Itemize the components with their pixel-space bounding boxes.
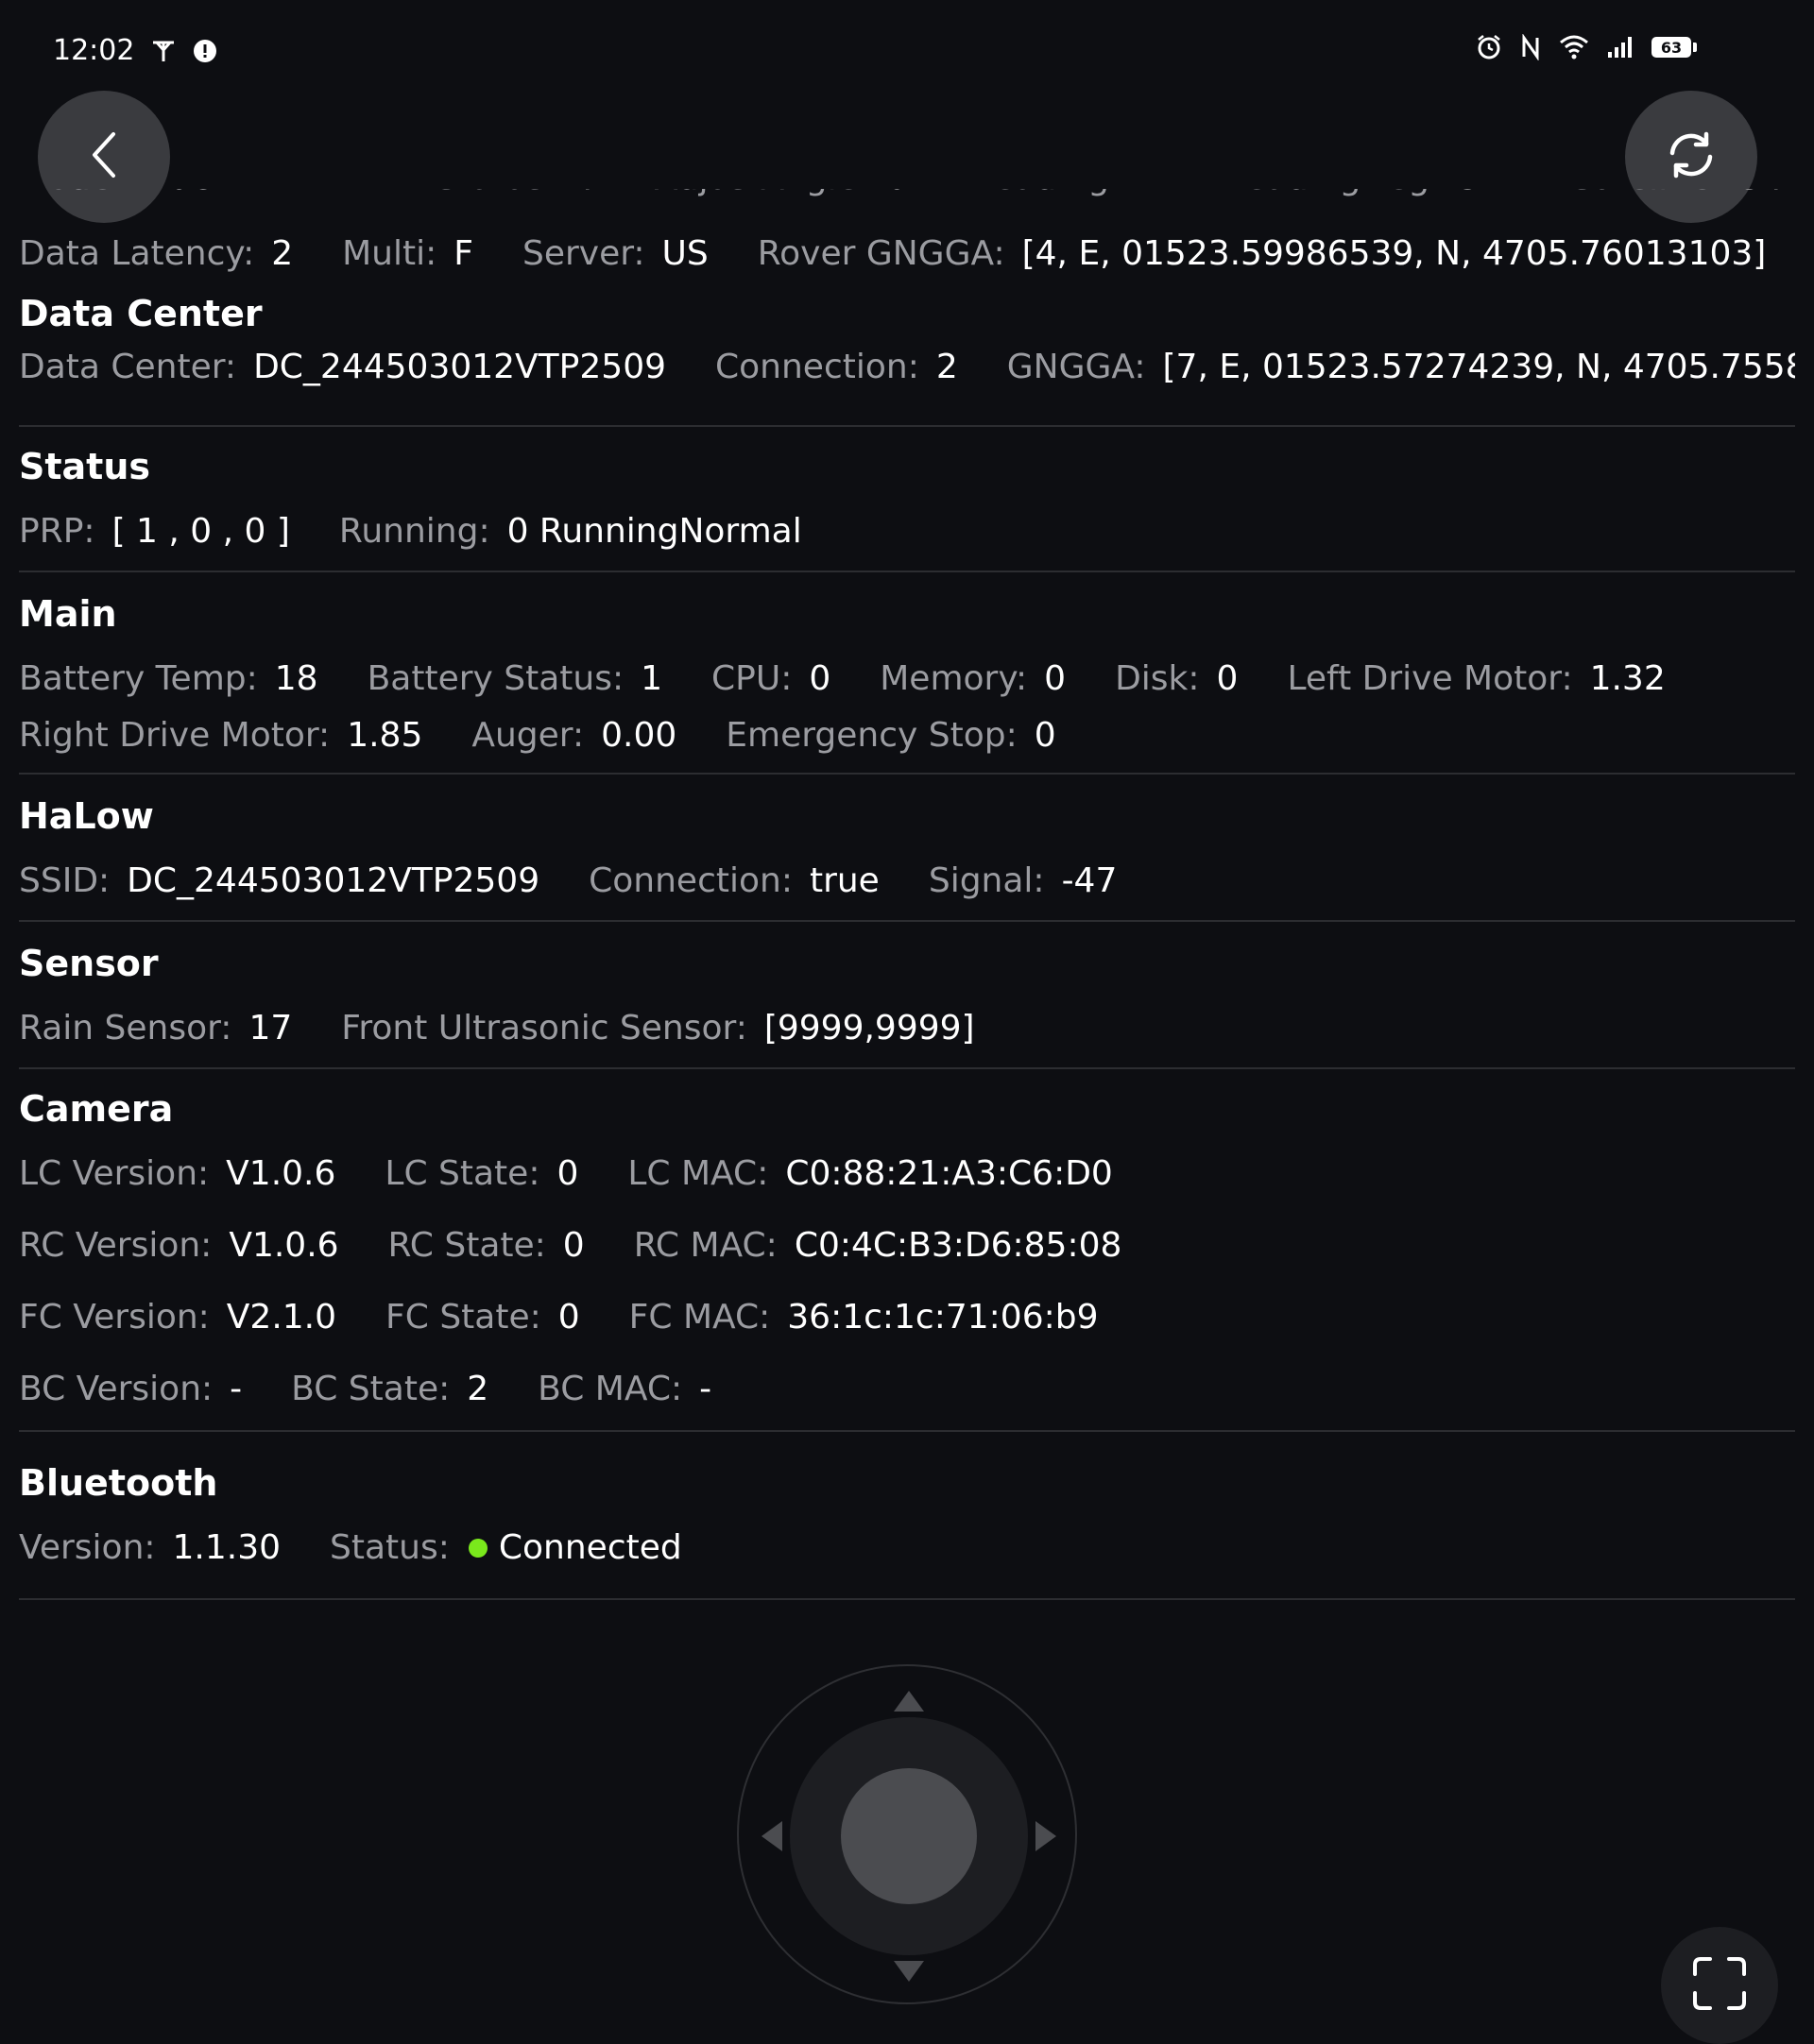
right-drive-motor-value: 1.85	[347, 716, 423, 755]
arrow-up-icon	[894, 1691, 924, 1712]
battery-temp-value: 18	[274, 659, 318, 698]
data-latency-value: 2	[271, 234, 294, 273]
joystick[interactable]	[737, 1664, 1077, 2004]
server-value: US	[661, 234, 709, 273]
ultrasonic-sensor-value: [9999,9999]	[763, 1009, 975, 1048]
status-row: PRP:[ 1 , 0 , 0 ] Running: 0 RunningNorma…	[19, 512, 802, 551]
camera-state-value: 0	[556, 1154, 579, 1193]
emergency-stop-value: 0	[1034, 716, 1056, 755]
arrow-down-icon	[894, 1961, 924, 1982]
divider	[19, 1067, 1795, 1069]
signal-icon	[1606, 35, 1634, 60]
sensor-row: Rain Sensor: 17 Front Ultrasonic Sensor:[…	[19, 1009, 975, 1048]
running-value: 0 RunningNormal	[506, 512, 802, 551]
camera-title: Camera	[19, 1088, 174, 1130]
details-panel[interactable]: Mode:True EE:2. Status:4 AdjustAngle:0 H…	[19, 189, 1795, 1587]
fullscreen-icon	[1691, 1955, 1748, 2016]
multi-value: F	[454, 234, 473, 273]
cpu-value: 0	[809, 659, 831, 698]
camera-state-value: 0	[562, 1226, 585, 1265]
bluetooth-status-value: Connected	[498, 1528, 682, 1567]
disk-value: 0	[1216, 659, 1239, 698]
camera-version-value: V1.0.6	[226, 1154, 336, 1193]
ssid-value: DC_244503012VTP2509	[127, 861, 540, 900]
camera-state-value: 0	[557, 1298, 580, 1337]
data-center-row: Data Center: DC_244503012VTP2509 Connecti…	[19, 348, 1795, 386]
battery-level: 63	[1660, 38, 1683, 57]
main-title: Main	[19, 593, 117, 635]
bluetooth-version-value: 1.1.30	[172, 1528, 282, 1567]
status-title: Status	[19, 446, 151, 487]
rain-sensor-value: 17	[248, 1009, 293, 1048]
gngga-value: [7, E, 01523.57274239, N, 4705.75581171]	[1162, 348, 1796, 386]
arrow-right-icon	[1035, 1821, 1056, 1851]
alarm-icon	[1476, 34, 1502, 60]
cut-off-row: Mode:True EE:2. Status:4 AdjustAngle:0 H…	[19, 189, 1795, 230]
divider	[19, 571, 1795, 572]
gnss-row: Data Latency: 2 Multi: F Server: US Rover G…	[19, 234, 1767, 273]
status-dot	[468, 1538, 488, 1558]
nfc-icon	[1519, 34, 1542, 60]
status-bar-right: 63	[1476, 34, 1697, 60]
camera-row-lc: LC Version: V1.0.6 LC State: 0 LC MAC: C0:8…	[19, 1154, 1113, 1193]
camera-version-value: -	[230, 1370, 243, 1408]
main-row-1: Battery Temp: 18 Battery Status: 1 CPU: 0 M…	[19, 659, 1666, 698]
auger-value: 0.00	[601, 716, 677, 755]
camera-row-fc: FC Version: V2.1.0 FC State: 0 FC MAC: 36:1…	[19, 1298, 1099, 1337]
halow-title: HaLow	[19, 795, 154, 837]
battery-icon: 63	[1651, 37, 1697, 58]
bluetooth-row: Version: 1.1.30 Status: Connected	[19, 1528, 682, 1567]
halow-connection-value: true	[809, 861, 880, 900]
refresh-icon	[1665, 128, 1718, 185]
main-row-2: Right Drive Motor: 1.85 Auger: 0.00 Emerge…	[19, 716, 1056, 755]
antenna-icon	[149, 37, 178, 65]
camera-mac-value: -	[699, 1370, 712, 1408]
camera-mac-value: C0:88:21:A3:C6:D0	[785, 1154, 1113, 1193]
data-center-title: Data Center	[19, 293, 263, 334]
left-drive-motor-value: 1.32	[1589, 659, 1666, 698]
divider	[19, 1430, 1795, 1432]
joystick-knob[interactable]	[841, 1768, 977, 1904]
rover-gngga-value: [4, E, 01523.59986539, N, 4705.76013103]	[1021, 234, 1767, 273]
status-bar: 12:02 63	[0, 0, 1814, 104]
camera-state-value: 2	[467, 1370, 489, 1408]
camera-version-value: V1.0.6	[229, 1226, 339, 1265]
chevron-left-icon	[85, 128, 123, 185]
wifi-icon	[1559, 34, 1589, 60]
divider	[19, 920, 1795, 922]
battery-status-value: 1	[641, 659, 663, 698]
clock: 12:02	[53, 34, 135, 67]
camera-row-bc: BC Version: - BC State: 2 BC MAC: -	[19, 1370, 712, 1408]
halow-row: SSID: DC_244503012VTP2509 Connection: true…	[19, 861, 1118, 900]
data-center-value: DC_244503012VTP2509	[253, 348, 667, 386]
divider	[19, 773, 1795, 775]
divider	[19, 1598, 1795, 1600]
prp-value: [ 1 , 0 , 0 ]	[111, 512, 290, 551]
status-bar-left: 12:02	[53, 34, 217, 67]
camera-mac-value: C0:4C:B3:D6:85:08	[794, 1226, 1122, 1265]
data-center-connection-value: 2	[935, 348, 958, 386]
camera-version-value: V2.1.0	[226, 1298, 337, 1337]
memory-value: 0	[1044, 659, 1067, 698]
divider	[19, 425, 1795, 427]
signal-value: -47	[1061, 861, 1118, 900]
bluetooth-title: Bluetooth	[19, 1462, 218, 1504]
fullscreen-button[interactable]	[1661, 1927, 1778, 2044]
camera-mac-value: 36:1c:1c:71:06:b9	[787, 1298, 1099, 1337]
camera-row-rc: RC Version: V1.0.6 RC State: 0 RC MAC: C0:4…	[19, 1226, 1122, 1265]
sensor-title: Sensor	[19, 943, 159, 984]
arrow-left-icon	[762, 1821, 782, 1851]
alert-icon	[193, 39, 217, 63]
